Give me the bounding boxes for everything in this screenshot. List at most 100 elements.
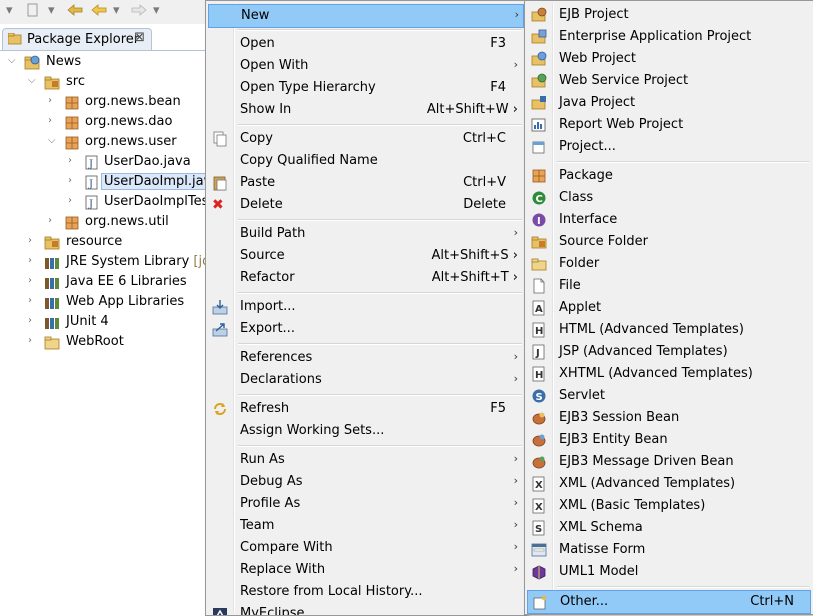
- chevron-down-icon[interactable]: ⌵: [8, 55, 18, 66]
- copy-icon: [212, 131, 228, 147]
- tree-item-webroot[interactable]: › WebRoot: [0, 332, 206, 352]
- menu-item-xml-advanced[interactable]: X XML (Advanced Templates): [527, 473, 809, 495]
- tree-item-webapp-library[interactable]: › Web App Libraries: [0, 292, 206, 312]
- menu-item-applet[interactable]: A Applet: [527, 297, 809, 319]
- tree-item-package[interactable]: › org.news.bean: [0, 92, 206, 112]
- menu-item-show-in[interactable]: Show In Alt+Shift+W ›: [208, 99, 522, 121]
- menu-item-restore-local-history[interactable]: Restore from Local History...: [208, 581, 522, 603]
- menu-item-jsp[interactable]: J JSP (Advanced Templates): [527, 341, 809, 363]
- menu-item-package[interactable]: Package: [527, 165, 809, 187]
- chevron-right-icon[interactable]: ›: [48, 95, 58, 106]
- menu-item-enterprise-app-project[interactable]: Enterprise Application Project: [527, 26, 809, 48]
- menu-item-open[interactable]: Open F3: [208, 33, 522, 55]
- menu-item-servlet[interactable]: S Servlet: [527, 385, 809, 407]
- navigate-dropdown-icon[interactable]: [26, 3, 40, 22]
- menu-item-uml1-model[interactable]: UML1 Model: [527, 561, 809, 583]
- menu-item-label: EJB3 Session Bean: [559, 410, 680, 425]
- menu-item-new[interactable]: New ›: [208, 4, 524, 28]
- menu-item-xhtml[interactable]: H XHTML (Advanced Templates): [527, 363, 809, 385]
- menu-item-interface[interactable]: I Interface: [527, 209, 809, 231]
- menu-item-xml-basic[interactable]: X XML (Basic Templates): [527, 495, 809, 517]
- tree-item-junit-library[interactable]: › JUnit 4: [0, 312, 206, 332]
- tree-item-package[interactable]: ⌵ org.news.user: [0, 132, 206, 152]
- menu-item-source-folder[interactable]: Source Folder: [527, 231, 809, 253]
- menu-item-ejb-project[interactable]: EJB Project: [527, 4, 809, 26]
- menu-item-refresh[interactable]: Refresh F5: [208, 398, 522, 420]
- menu-item-references[interactable]: References ›: [208, 347, 522, 369]
- menu-item-open-type-hierarchy[interactable]: Open Type Hierarchy F4: [208, 77, 522, 99]
- chevron-right-icon[interactable]: ›: [28, 255, 38, 266]
- last-edit-icon[interactable]: [66, 3, 84, 22]
- tree-item-java-file[interactable]: › J UserDaoImplTest: [0, 192, 206, 212]
- tree-item-package[interactable]: › org.news.dao: [0, 112, 206, 132]
- chevron-right-icon[interactable]: ›: [48, 215, 58, 226]
- menu-item-web-project[interactable]: Web Project: [527, 48, 809, 70]
- menu-item-java-project[interactable]: Java Project: [527, 92, 809, 114]
- back-dropdown-icon[interactable]: ▾: [113, 3, 120, 19]
- menu-item-class[interactable]: C Class: [527, 187, 809, 209]
- menu-item-copy-qualified-name[interactable]: Copy Qualified Name: [208, 150, 522, 172]
- menu-item-project[interactable]: Project...: [527, 136, 809, 158]
- menu-item-ejb3-message-bean[interactable]: EJB3 Message Driven Bean: [527, 451, 809, 473]
- menu-item-source[interactable]: Source Alt+Shift+S ›: [208, 245, 522, 267]
- chevron-right-icon[interactable]: ›: [28, 335, 38, 346]
- chevron-right-icon[interactable]: ›: [68, 175, 78, 186]
- menu-item-profile-as[interactable]: Profile As ›: [208, 493, 522, 515]
- menu-separator: [238, 219, 522, 221]
- chevron-right-icon[interactable]: ›: [28, 295, 38, 306]
- menu-item-build-path[interactable]: Build Path ›: [208, 223, 522, 245]
- menu-item-copy[interactable]: Copy Ctrl+C: [208, 128, 522, 150]
- chevron-down-icon[interactable]: ⌵: [48, 135, 58, 146]
- menu-item-run-as[interactable]: Run As ›: [208, 449, 522, 471]
- menu-item-replace-with[interactable]: Replace With ›: [208, 559, 522, 581]
- chevron-right-icon[interactable]: ›: [68, 155, 78, 166]
- menu-item-web-service-project[interactable]: Web Service Project: [527, 70, 809, 92]
- menu-item-compare-with[interactable]: Compare With ›: [208, 537, 522, 559]
- back-nav-icon[interactable]: [90, 3, 108, 22]
- menu-item-xml-schema[interactable]: S XML Schema: [527, 517, 809, 539]
- chevron-right-icon[interactable]: ›: [28, 315, 38, 326]
- tree-item-java-file[interactable]: › J UserDao.java: [0, 152, 206, 172]
- chevron-right-icon[interactable]: ›: [28, 235, 38, 246]
- menu-item-refactor[interactable]: Refactor Alt+Shift+T ›: [208, 267, 522, 289]
- menu-item-matisse-form[interactable]: Matisse Form: [527, 539, 809, 561]
- forward-dropdown-icon[interactable]: ▾: [153, 3, 160, 19]
- menu-item-delete[interactable]: ✖ Delete Delete: [208, 194, 522, 216]
- forward-nav-icon[interactable]: [130, 3, 148, 22]
- tree-item-src[interactable]: ⌵ src: [0, 72, 206, 92]
- menu-item-open-with[interactable]: Open With ›: [208, 55, 522, 77]
- menu-item-import[interactable]: Import...: [208, 296, 522, 318]
- menu-item-file[interactable]: File: [527, 275, 809, 297]
- toolbar-dropdown-icon[interactable]: ▾: [6, 3, 13, 19]
- close-icon[interactable]: ⊠: [134, 30, 145, 45]
- menu-item-export[interactable]: Export...: [208, 318, 522, 340]
- menu-item-declarations[interactable]: Declarations ›: [208, 369, 522, 391]
- menu-item-team[interactable]: Team ›: [208, 515, 522, 537]
- menu-item-debug-as[interactable]: Debug As ›: [208, 471, 522, 493]
- tree-item-java-file-selected[interactable]: › J UserDaoImpl.java: [0, 172, 206, 192]
- menu-item-myeclipse[interactable]: MyEclipse: [208, 603, 522, 615]
- menu-item-folder[interactable]: Folder: [527, 253, 809, 275]
- menu-separator: [557, 161, 809, 163]
- menu-item-ejb3-session-bean[interactable]: EJB3 Session Bean: [527, 407, 809, 429]
- menu-item-report-web-project[interactable]: Report Web Project: [527, 114, 809, 136]
- menu-separator: [238, 29, 522, 31]
- chevron-down-icon[interactable]: ⌵: [28, 75, 38, 86]
- chevron-right-icon[interactable]: ›: [28, 275, 38, 286]
- menu-item-label: XML (Advanced Templates): [559, 476, 736, 491]
- tree-item-javaee-library[interactable]: › Java EE 6 Libraries: [0, 272, 206, 292]
- chevron-right-icon[interactable]: ›: [68, 195, 78, 206]
- package-explorer-tab[interactable]: Package Explorer ⊠: [2, 28, 152, 51]
- chevron-down-icon[interactable]: ▾: [48, 3, 55, 19]
- menu-item-ejb3-entity-bean[interactable]: EJB3 Entity Bean: [527, 429, 809, 451]
- menu-item-label: Source Folder: [559, 234, 648, 249]
- tree-item-package[interactable]: › org.news.util: [0, 212, 206, 232]
- menu-item-paste[interactable]: Paste Ctrl+V: [208, 172, 522, 194]
- tree-item-jre-library[interactable]: › JRE System Library [jdk: [0, 252, 206, 272]
- tree-item-news[interactable]: ⌵ News: [0, 52, 206, 72]
- menu-item-html[interactable]: H HTML (Advanced Templates): [527, 319, 809, 341]
- menu-item-other[interactable]: Other... Ctrl+N: [527, 590, 811, 614]
- chevron-right-icon[interactable]: ›: [48, 115, 58, 126]
- menu-item-assign-working-sets[interactable]: Assign Working Sets...: [208, 420, 522, 442]
- tree-item-resource[interactable]: › resource: [0, 232, 206, 252]
